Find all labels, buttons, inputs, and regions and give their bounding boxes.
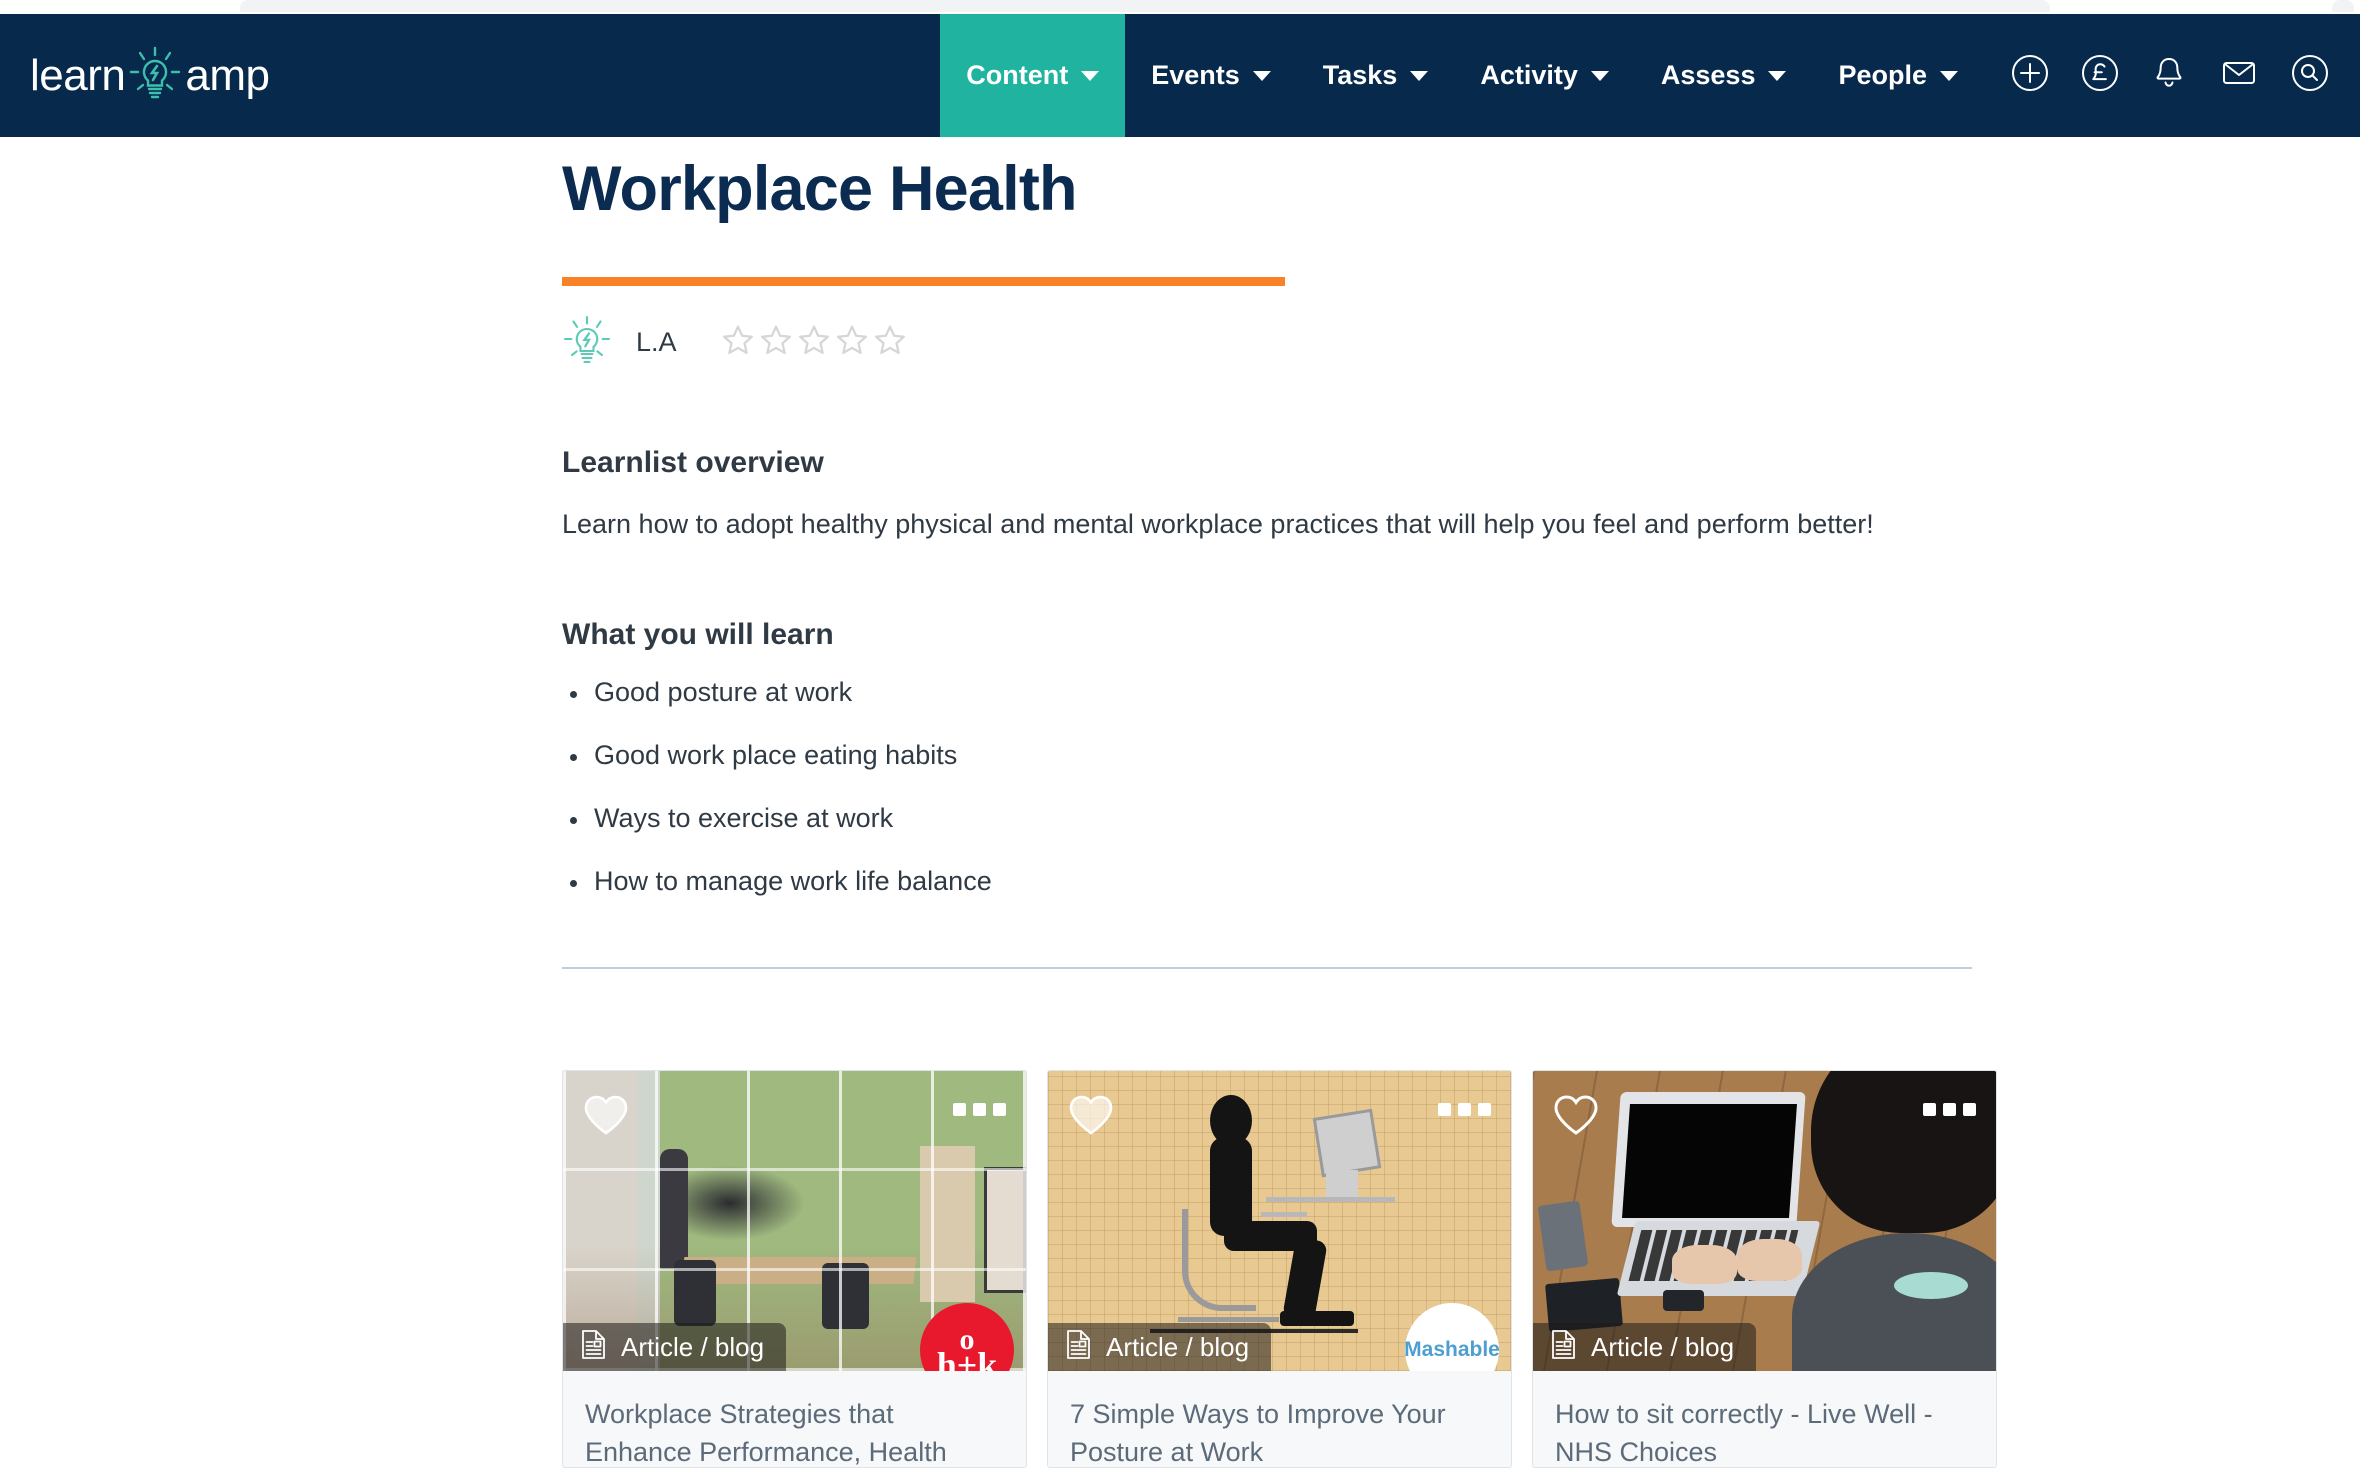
nav-item-assess[interactable]: Assess bbox=[1635, 14, 1813, 137]
add-circle-icon[interactable] bbox=[2008, 51, 2052, 100]
nav-item-tasks[interactable]: Tasks bbox=[1297, 14, 1455, 137]
card-type-bar: Article / blog bbox=[563, 1323, 787, 1371]
nav-item-people-label: People bbox=[1838, 60, 1927, 90]
list-item: Good work place eating habits bbox=[562, 742, 1982, 769]
card-media: Article / blog o h+k bbox=[563, 1071, 1026, 1371]
notifications-bell-icon[interactable] bbox=[2148, 51, 2190, 100]
card-title: How to sit correctly - Live Well - NHS C… bbox=[1555, 1399, 1933, 1468]
rating-stars[interactable] bbox=[721, 323, 907, 362]
overview-text: Learn how to adopt healthy physical and … bbox=[562, 509, 1874, 540]
browser-chrome-strip bbox=[0, 0, 2360, 14]
star-icon-5[interactable] bbox=[873, 323, 907, 362]
logo-text-right: amp bbox=[185, 50, 270, 100]
heart-icon[interactable] bbox=[582, 1093, 630, 1142]
lightbulb-icon bbox=[127, 42, 183, 109]
nav-item-assess-label: Assess bbox=[1660, 60, 1756, 90]
more-options-icon[interactable] bbox=[1438, 1103, 1491, 1116]
chevron-down-icon bbox=[1590, 70, 1609, 81]
heart-icon[interactable] bbox=[1552, 1093, 1600, 1142]
overview-heading: Learnlist overview bbox=[562, 446, 824, 480]
svg-text:h+k: h+k bbox=[937, 1345, 998, 1371]
search-circle-icon[interactable] bbox=[2288, 51, 2332, 100]
what-you-will-learn-list: Good posture at work Good work place eat… bbox=[562, 679, 1982, 895]
star-icon-4[interactable] bbox=[835, 323, 869, 362]
chevron-down-icon bbox=[1410, 70, 1429, 81]
more-options-icon[interactable] bbox=[1923, 1103, 1976, 1116]
card-media: Article / blog Mashable bbox=[1048, 1071, 1511, 1371]
content-card[interactable]: Article / blog Mashable 7 Simple Ways to… bbox=[1047, 1070, 1512, 1468]
card-title: 7 Simple Ways to Improve Your Posture at… bbox=[1070, 1399, 1446, 1468]
section-divider bbox=[562, 967, 1972, 970]
page-title: Workplace Health bbox=[562, 154, 1078, 224]
card-body: Workplace Strategies that Enhance Perfor… bbox=[563, 1371, 1026, 1467]
logo-text-left: learn bbox=[30, 50, 126, 100]
more-options-icon[interactable] bbox=[953, 1103, 1006, 1116]
nav-item-people[interactable]: People bbox=[1812, 14, 1984, 137]
content-card[interactable]: Article / blog o h+k Workplace Strategie… bbox=[562, 1070, 1027, 1468]
card-title: Workplace Strategies that Enhance Perfor… bbox=[585, 1399, 947, 1468]
nav-item-events-label: Events bbox=[1151, 60, 1240, 90]
card-type-label: Article / blog bbox=[621, 1331, 765, 1362]
what-you-will-learn-heading: What you will learn bbox=[562, 618, 834, 652]
card-body: How to sit correctly - Live Well - NHS C… bbox=[1533, 1371, 1996, 1467]
messages-envelope-icon[interactable] bbox=[2216, 51, 2262, 100]
browser-tab-stub-right bbox=[2332, 0, 2354, 12]
chevron-down-icon bbox=[1940, 70, 1958, 81]
card-type-label: Article / blog bbox=[1591, 1331, 1735, 1362]
document-icon bbox=[1065, 1329, 1092, 1365]
card-type-bar: Article / blog bbox=[1533, 1323, 1757, 1371]
content-column: Workplace Health L.A Learnlist overview … bbox=[562, 137, 1982, 970]
list-item: How to manage work life balance bbox=[562, 868, 1982, 895]
star-icon-1[interactable] bbox=[721, 323, 755, 362]
star-icon-3[interactable] bbox=[797, 323, 831, 362]
nav-item-content-label: Content bbox=[966, 60, 1069, 90]
lightbulb-icon bbox=[562, 312, 612, 373]
content-card-grid: Article / blog o h+k Workplace Strategie… bbox=[562, 1070, 1997, 1468]
top-navigation-bar: learn amp Content Events Tasks Activity … bbox=[0, 14, 2360, 137]
brand-logo[interactable]: learn amp bbox=[30, 14, 270, 137]
pound-sterling-circle-icon[interactable] bbox=[2078, 51, 2122, 100]
nav-item-content[interactable]: Content bbox=[940, 14, 1126, 137]
content-card[interactable]: Article / blog How to sit correctly - Li… bbox=[1532, 1070, 1997, 1468]
byline: L.A bbox=[562, 314, 1982, 370]
chevron-down-icon bbox=[1252, 70, 1271, 81]
document-icon bbox=[580, 1329, 607, 1365]
document-icon bbox=[1550, 1329, 1577, 1365]
browser-tab-stub bbox=[240, 0, 2050, 12]
card-media: Article / blog bbox=[1533, 1071, 1996, 1371]
card-body: 7 Simple Ways to Improve Your Posture at… bbox=[1048, 1371, 1511, 1467]
title-accent-rule bbox=[562, 277, 1285, 287]
nav-item-activity-label: Activity bbox=[1480, 60, 1578, 90]
nav-icon-group bbox=[1984, 14, 2360, 137]
list-item: Good posture at work bbox=[562, 679, 1982, 706]
star-icon-2[interactable] bbox=[759, 323, 793, 362]
chevron-down-icon bbox=[1081, 70, 1100, 81]
nav-item-activity[interactable]: Activity bbox=[1454, 14, 1635, 137]
card-type-label: Article / blog bbox=[1106, 1331, 1250, 1362]
nav-item-tasks-label: Tasks bbox=[1322, 60, 1398, 90]
nav-item-events[interactable]: Events bbox=[1125, 14, 1297, 137]
publisher-badge-label: Mashable bbox=[1405, 1338, 1499, 1361]
byline-author: L.A bbox=[636, 326, 677, 357]
card-type-bar: Article / blog bbox=[1048, 1323, 1272, 1371]
chevron-down-icon bbox=[1768, 70, 1787, 81]
primary-nav: Content Events Tasks Activity Assess Peo… bbox=[940, 14, 1984, 137]
list-item: Ways to exercise at work bbox=[562, 805, 1982, 832]
page-body: Workplace Health L.A Learnlist overview … bbox=[0, 137, 2360, 1468]
heart-icon[interactable] bbox=[1067, 1093, 1115, 1142]
